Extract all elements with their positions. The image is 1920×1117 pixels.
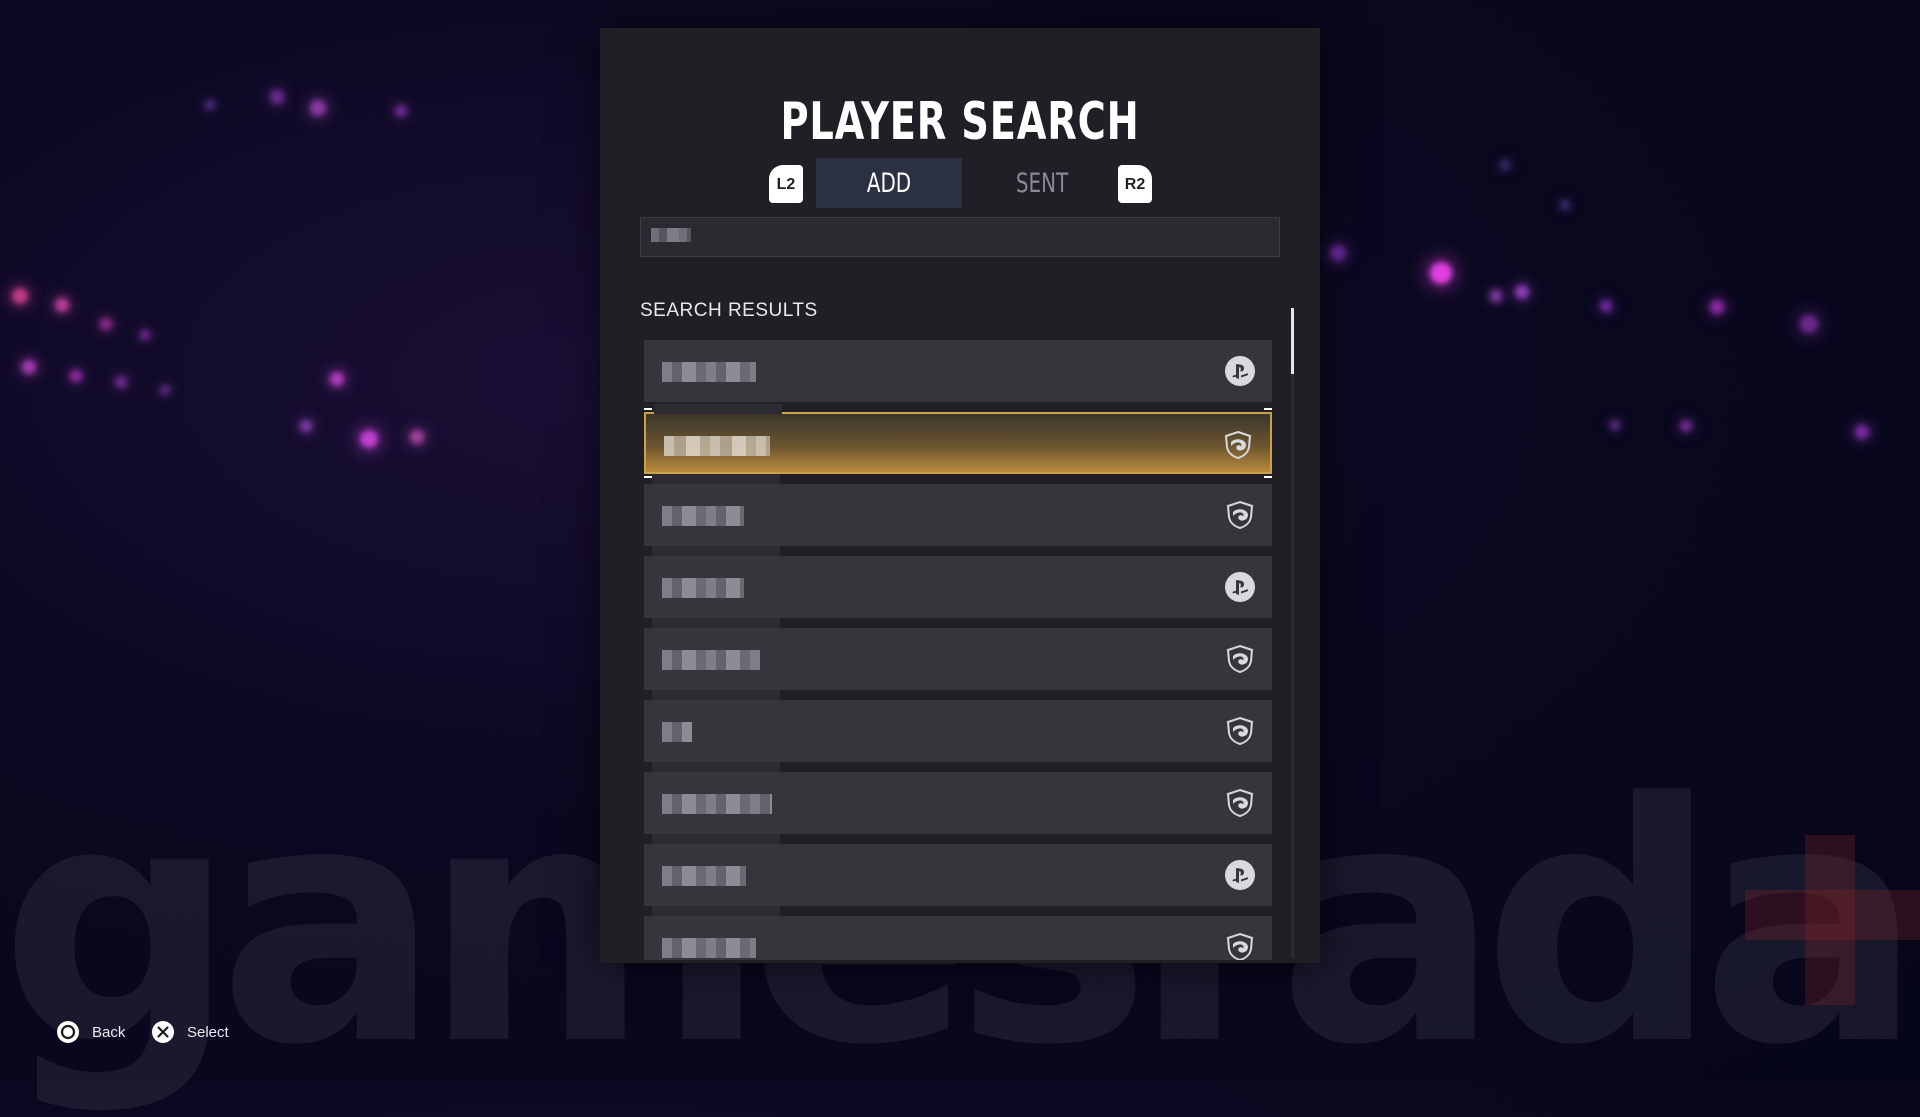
particle-dot [310,100,326,116]
particle-dot [410,430,424,444]
result-row[interactable] [644,474,1272,546]
particle-dot [12,288,28,304]
result-row[interactable] [644,690,1272,762]
row-name-tab [652,762,780,772]
selection-bracket [1264,466,1272,478]
particle-dot [100,318,112,330]
particle-dot [115,376,127,388]
row-name-tab [652,546,780,556]
particle-dot [1610,420,1620,430]
cross-button-icon [152,1021,174,1043]
player-name-obscured [662,794,772,814]
back-hint[interactable]: Back [56,1020,125,1044]
particle-dot [360,430,378,448]
selection-bracket [1264,408,1272,420]
particle-dot [1680,420,1692,432]
particle-dot [1600,300,1612,312]
particle-dot [205,100,215,110]
row-name-tab [652,906,780,916]
tab-add-friends[interactable]: ADD FRIENDS [816,158,962,251]
row-name-tab [652,690,780,700]
result-row[interactable] [644,906,1272,960]
page-title: PLAYER SEARCH [780,92,1140,152]
row-name-tab [652,834,780,844]
player-search-panel: PLAYER SEARCH L2 ADD FRIENDS SENT INVITE… [600,28,1320,963]
particle-dot [395,105,407,117]
particle-dot [1800,315,1818,333]
playstation-icon [1224,355,1256,387]
tab-sent-invites[interactable]: SENT INVITES [974,158,1110,251]
player-name-obscured [662,506,744,526]
ea-shield-icon [1224,643,1256,675]
particle-dot [1500,160,1510,170]
select-hint-label: Select [187,1023,229,1041]
result-row[interactable] [644,546,1272,618]
tab-bar: L2 ADD FRIENDS SENT INVITES R2 [600,158,1320,251]
particle-dot [270,90,284,104]
row-name-tab [654,404,782,414]
ea-shield-icon [1224,715,1256,747]
player-name-obscured [664,436,770,456]
particle-dot [1710,300,1724,314]
particle-dot [1330,245,1346,261]
playstation-icon [1224,859,1256,891]
watermark-plus-icon [1745,835,1920,1005]
circle-button-icon [57,1021,79,1043]
search-results-label: SEARCH RESULTS [640,300,818,321]
result-row[interactable] [644,762,1272,834]
button-hints: Back Select [0,1010,1920,1060]
player-name-obscured [662,866,746,886]
playstation-icon [1224,571,1256,603]
l2-trigger-icon[interactable]: L2 [769,165,803,203]
particle-dot [55,298,69,312]
particle-dot [140,330,150,340]
player-name-obscured [662,362,756,382]
particle-dot [22,360,36,374]
row-name-tab [652,618,780,628]
search-value-obscured [651,228,691,242]
particle-dot [300,420,312,432]
search-input[interactable] [640,217,1280,257]
player-name-obscured [662,650,760,670]
r2-trigger-icon[interactable]: R2 [1118,165,1152,203]
particle-dot [1430,262,1452,284]
back-hint-label: Back [92,1023,126,1041]
player-name-obscured [662,722,692,742]
search-results-list [644,340,1272,960]
particle-dot [1855,425,1869,439]
result-row[interactable] [644,340,1272,402]
result-row[interactable] [644,404,1272,478]
scrollbar-thumb[interactable] [1291,308,1294,374]
particle-dot [160,385,170,395]
particle-dot [70,370,82,382]
selection-bracket [644,408,652,420]
particle-dot [1490,290,1502,302]
scroll-track[interactable] [1291,308,1294,958]
ea-shield-icon [1224,931,1256,960]
ea-shield-icon [1224,787,1256,819]
select-hint[interactable]: Select [151,1020,229,1044]
result-row[interactable] [644,618,1272,690]
player-name-obscured [662,578,744,598]
particle-dot [1515,285,1529,299]
ea-shield-icon [1222,429,1254,461]
row-name-tab [652,474,780,484]
ea-shield-icon [1224,499,1256,531]
selection-bracket [644,466,652,478]
particle-dot [330,372,344,386]
particle-dot [1560,200,1570,210]
player-name-obscured [662,938,756,958]
result-row[interactable] [644,834,1272,906]
